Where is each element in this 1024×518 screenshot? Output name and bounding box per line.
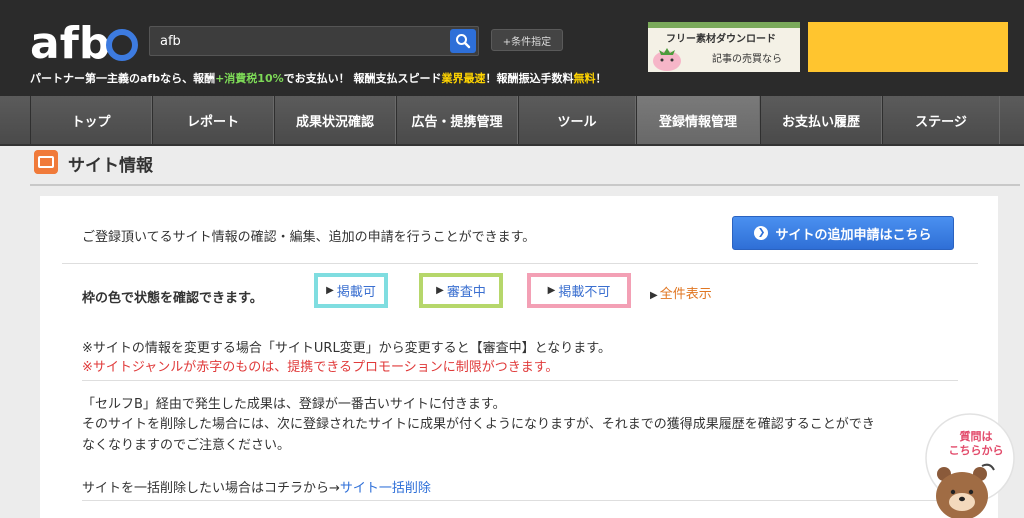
help-bubble[interactable]: 質問は こちらから (918, 412, 1016, 518)
search-box (149, 26, 479, 56)
banner-line-1: フリー素材ダウンロード (666, 34, 776, 45)
divider (62, 263, 978, 264)
tagline-part-7: ！ (595, 72, 607, 85)
legend-rejected[interactable]: ▶ 掲載不可 (527, 273, 631, 308)
bulk-delete-text: サイトを一括削除したい場合はコチラから→サイト一括削除 (82, 477, 431, 496)
tagline-part-4: 業界最速 (441, 72, 486, 85)
triangle-right-icon: ▶ (650, 290, 658, 301)
tagline-part-6: 無料 (573, 72, 596, 85)
nav-item-tools[interactable]: ツール (518, 96, 636, 144)
nav-item-report[interactable]: レポート (152, 96, 274, 144)
page-title: サイト情報 (68, 156, 153, 176)
site-header: afb パートナー第一主義のafbなら、報酬+消費税10%でお支払い！ 報酬支払… (0, 0, 1024, 96)
help-line-2: こちらから (949, 444, 1004, 457)
note-genre-warning: ※サイトジャンルが赤字のものは、提携できるプロモーションに制限がつきます。 (82, 360, 559, 375)
strawberry-mascot-icon (653, 48, 681, 71)
nav-item-top[interactable]: トップ (30, 96, 152, 144)
tagline-part-2: +消費税10% (215, 72, 284, 85)
bulk-delete-prefix: サイトを一括削除したい場合はコチラから→ (82, 481, 340, 496)
tagline-part-3: でお支払い！ 報酬支払スピード (283, 72, 442, 85)
divider (82, 380, 958, 381)
banner-line-2: 記事の売買なら (712, 54, 782, 65)
triangle-right-icon: ▶ (547, 285, 556, 296)
legend-posted-label: 掲載可 (336, 285, 376, 300)
nav-item-registration[interactable]: 登録情報管理 (636, 96, 760, 144)
self-b-note-2: そのサイトを削除した場合には、次に登録されたサイトに成果が付くようになりますが、… (82, 417, 875, 432)
self-b-note-1: 「セルフB」経由で発生した成果は、登録が一番古いサイトに付きます。 (82, 397, 506, 412)
legend-reviewing[interactable]: ▶ 審査中 (419, 273, 503, 308)
search-icon (456, 34, 471, 49)
help-line-1: 質問は (960, 429, 993, 443)
tagline-part-1: パートナー第一主義のafbなら、報酬 (30, 72, 216, 85)
ad-banner-yellow[interactable] (808, 22, 1008, 72)
search-input[interactable] (150, 27, 446, 55)
show-all-link[interactable]: ▶ 全件表示 (650, 283, 712, 302)
content-panel: ご登録頂いてるサイト情報の確認・編集、追加の申請を行うことができます。 ❯ サイ… (40, 196, 998, 518)
add-site-label: サイトの追加申請はこちら (775, 227, 932, 243)
divider (82, 500, 958, 501)
page-title-bar: サイト情報 (30, 146, 1020, 186)
legend-reviewing-label: 審査中 (446, 285, 486, 300)
condition-button[interactable]: +条件指定 (491, 29, 563, 51)
bear-mascot-icon (936, 463, 995, 518)
tagline: パートナー第一主義のafbなら、報酬+消費税10%でお支払い！ 報酬支払スピード… (30, 70, 606, 86)
site-icon (34, 150, 58, 174)
bulk-delete-link[interactable]: サイト一括削除 (340, 481, 431, 496)
add-site-button[interactable]: ❯ サイトの追加申請はこちら (732, 216, 954, 250)
triangle-right-icon: ▶ (436, 285, 444, 296)
ad-banner-free-material[interactable]: フリー素材ダウンロード 記事の売買なら (648, 22, 800, 72)
intro-text: ご登録頂いてるサイト情報の確認・編集、追加の申請を行うことができます。 (82, 230, 536, 245)
main-nav: トップ レポート 成果状況確認 広告・提携管理 ツール 登録情報管理 お支払い履… (0, 96, 1024, 146)
triangle-right-icon: ▶ (326, 285, 334, 296)
logo-text: afb (30, 18, 110, 66)
nav-item-results[interactable]: 成果状況確認 (274, 96, 396, 144)
note-url-change: ※サイトの情報を変更する場合「サイトURL変更」から変更すると【審査中】となりま… (82, 341, 611, 356)
search-button[interactable] (450, 29, 476, 53)
legend-posted[interactable]: ▶ 掲載可 (314, 273, 388, 308)
arrow-circle-icon: ❯ (754, 226, 769, 240)
banner-strip (648, 22, 800, 28)
status-label: 枠の色で状態を確認できます。 (82, 291, 263, 306)
nav-item-stage[interactable]: ステージ (882, 96, 1000, 144)
tagline-part-5: ！報酬振込手数料 (485, 72, 574, 85)
nav-item-ads[interactable]: 広告・提携管理 (396, 96, 518, 144)
self-b-note-3: なくなりますのでご注意ください。 (82, 438, 291, 453)
afb-logo[interactable]: afb (30, 18, 140, 66)
show-all-label: 全件表示 (659, 287, 712, 302)
nav-item-payments[interactable]: お支払い履歴 (760, 96, 882, 144)
legend-rejected-label: 掲載不可 (558, 285, 611, 300)
